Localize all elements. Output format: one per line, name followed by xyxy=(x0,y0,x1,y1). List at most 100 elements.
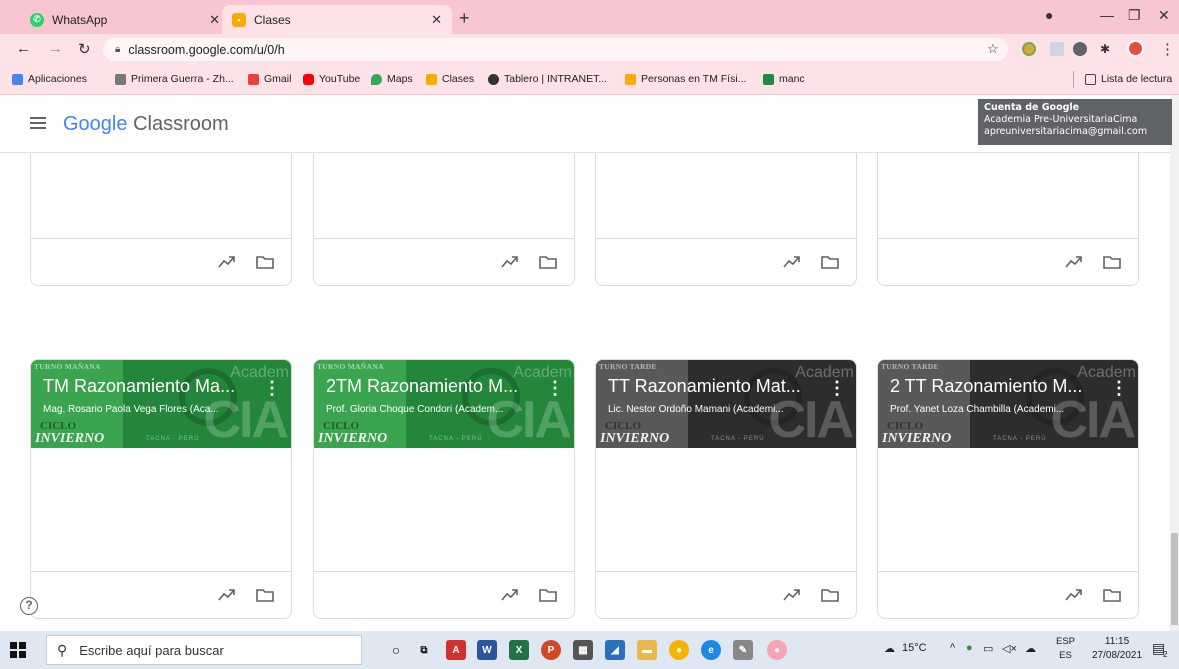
minimize-icon[interactable]: — xyxy=(1100,7,1114,23)
tray-app-icon[interactable]: ● xyxy=(966,642,973,654)
class-banner[interactable]: TURNO TARDE Academ CIA CICLO INVIERNO TA… xyxy=(596,360,856,448)
folder-icon[interactable] xyxy=(820,585,840,605)
taskbar-search-input[interactable]: ⚲ Escribe aquí para buscar xyxy=(46,635,362,665)
class-card[interactable]: TURNO MAÑANA Academ CIA CICLO INVIERNO T… xyxy=(313,359,575,619)
class-title[interactable]: TM Razonamiento Ma... xyxy=(43,376,253,397)
folder-icon[interactable] xyxy=(1102,585,1122,605)
word-icon[interactable]: W xyxy=(477,640,497,660)
acrobat-icon[interactable]: A xyxy=(446,640,466,660)
bookmark-clases[interactable]: Clases xyxy=(426,73,474,85)
help-button[interactable]: ? xyxy=(20,597,38,615)
tab-clases[interactable]: ▪ Clases ✕ xyxy=(222,5,452,34)
extensions-puzzle-icon[interactable]: ✱ xyxy=(1100,42,1110,56)
onedrive-icon[interactable]: ☁ xyxy=(1025,642,1036,655)
close-icon[interactable]: ✕ xyxy=(431,12,442,28)
forward-icon[interactable]: → xyxy=(48,40,63,57)
tooltip-email: apreuniversitariacima@gmail.com xyxy=(984,126,1148,137)
weather-icon[interactable]: ☁ xyxy=(884,642,895,655)
paint-icon[interactable]: ✎ xyxy=(733,640,753,660)
tab-label: WhatsApp xyxy=(52,12,108,27)
trending-icon[interactable] xyxy=(1064,252,1084,272)
tooltip-title: Cuenta de Google xyxy=(984,102,1080,113)
folder-icon[interactable] xyxy=(255,252,275,272)
chrome-icon[interactable]: ● xyxy=(669,640,689,660)
main-menu-icon[interactable] xyxy=(30,117,46,129)
close-icon[interactable]: ✕ xyxy=(209,12,220,28)
more-options-icon[interactable]: ⋮ xyxy=(828,378,846,399)
task-view-icon[interactable]: ⧉ xyxy=(414,640,434,660)
folder-icon[interactable] xyxy=(255,585,275,605)
trending-icon[interactable] xyxy=(782,252,802,272)
bookmark-gmail[interactable]: Gmail xyxy=(248,73,291,85)
app-icon[interactable]: ◢ xyxy=(605,640,625,660)
class-title[interactable]: 2TM Razonamiento M... xyxy=(326,376,536,397)
classroom-icon xyxy=(763,73,774,85)
extension-icon[interactable] xyxy=(1022,42,1036,56)
bookmark-apps[interactable]: Aplicaciones xyxy=(12,73,87,85)
file-explorer-icon[interactable]: ▬ xyxy=(637,640,657,660)
language-indicator[interactable]: ESP ES xyxy=(1056,635,1075,663)
page-scrollbar[interactable] xyxy=(1170,95,1179,631)
trending-icon[interactable] xyxy=(1064,585,1084,605)
class-card[interactable]: TURNO TARDE Academ CIA CICLO INVIERNO TA… xyxy=(595,359,857,619)
clock[interactable]: 11:15 27/08/2021 xyxy=(1092,635,1142,663)
volume-icon[interactable]: ◁× xyxy=(1002,642,1017,655)
extension-icon[interactable] xyxy=(1073,42,1087,56)
reading-list-button[interactable]: Lista de lectura xyxy=(1085,73,1172,85)
trending-icon[interactable] xyxy=(500,585,520,605)
classroom-logo[interactable]: Google Classroom xyxy=(63,113,229,136)
banner-turno: TURNO MAÑANA xyxy=(34,362,101,371)
calculator-icon[interactable]: ▦ xyxy=(573,640,593,660)
trending-icon[interactable] xyxy=(217,585,237,605)
bookmark-manc[interactable]: manc xyxy=(763,73,805,85)
menu-kebab-icon[interactable]: ⋮ xyxy=(1160,40,1175,58)
trending-icon[interactable] xyxy=(500,252,520,272)
edge-icon[interactable]: e xyxy=(701,640,721,660)
class-card[interactable]: TURNO TARDE Academ CIA CICLO INVIERNO TA… xyxy=(877,359,1139,619)
address-bar[interactable]: 🔒︎ classroom.google.com/u/0/h xyxy=(103,38,1008,61)
folder-icon[interactable] xyxy=(538,252,558,272)
class-title[interactable]: TT Razonamiento Mat... xyxy=(608,376,818,397)
more-options-icon[interactable]: ⋮ xyxy=(1110,378,1128,399)
folder-icon[interactable] xyxy=(1102,252,1122,272)
extension-icon[interactable] xyxy=(1050,42,1064,56)
bookmark-youtube[interactable]: YouTube xyxy=(303,73,360,85)
back-icon[interactable]: ← xyxy=(16,40,31,57)
network-icon[interactable]: ▭ xyxy=(983,642,993,655)
powerpoint-icon[interactable]: P xyxy=(541,640,561,660)
class-title[interactable]: 2 TT Razonamiento M... xyxy=(890,376,1100,397)
banner-tacna: TACNA - PERÚ xyxy=(993,436,1047,442)
window-close-icon[interactable]: ✕ xyxy=(1158,7,1170,24)
restore-icon[interactable]: ❐ xyxy=(1128,7,1141,24)
tab-whatsapp[interactable]: ✆ WhatsApp ✕ xyxy=(20,5,230,34)
windows-start-icon[interactable] xyxy=(10,642,26,658)
browser-toolbar: ← → ↻ 🔒︎ classroom.google.com/u/0/h ☆ ✱ … xyxy=(0,34,1179,64)
bookmark-maps[interactable]: Maps xyxy=(371,73,413,85)
scrollbar-thumb[interactable] xyxy=(1171,533,1178,625)
class-banner[interactable]: TURNO TARDE Academ CIA CICLO INVIERNO TA… xyxy=(878,360,1138,448)
chrome-active-icon[interactable]: ● xyxy=(767,640,787,660)
trending-icon[interactable] xyxy=(217,252,237,272)
bookmark-intranet[interactable]: Tablero | INTRANET... xyxy=(488,73,607,85)
bookmark-personas[interactable]: Personas en TM Físi... xyxy=(625,73,746,85)
avatar[interactable] xyxy=(1127,40,1144,57)
cortana-icon[interactable]: ○ xyxy=(386,640,406,660)
trending-icon[interactable] xyxy=(782,585,802,605)
bookmark-item[interactable]: Primera Guerra - Zh... xyxy=(115,73,234,85)
excel-icon[interactable]: X xyxy=(509,640,529,660)
folder-icon[interactable] xyxy=(820,252,840,272)
class-banner[interactable]: TURNO MAÑANA Academ CIA CICLO INVIERNO T… xyxy=(31,360,291,448)
new-tab-icon[interactable]: + xyxy=(459,8,470,29)
more-options-icon[interactable]: ⋮ xyxy=(546,378,564,399)
weather-temp[interactable]: 15°C xyxy=(902,642,927,654)
star-icon[interactable]: ☆ xyxy=(987,41,999,57)
class-banner[interactable]: TURNO MAÑANA Academ CIA CICLO INVIERNO T… xyxy=(314,360,574,448)
reload-icon[interactable]: ↻ xyxy=(78,40,91,58)
class-card[interactable]: TURNO MAÑANA Academ CIA CICLO INVIERNO T… xyxy=(30,359,292,619)
tab-label: Clases xyxy=(254,12,291,27)
folder-icon[interactable] xyxy=(538,585,558,605)
tray-chevron-icon[interactable]: ^ xyxy=(950,642,955,654)
more-options-icon[interactable]: ⋮ xyxy=(263,378,281,399)
bookmark-label: Personas en TM Físi... xyxy=(641,73,747,85)
profile-dot-icon[interactable]: ● xyxy=(1045,7,1053,23)
